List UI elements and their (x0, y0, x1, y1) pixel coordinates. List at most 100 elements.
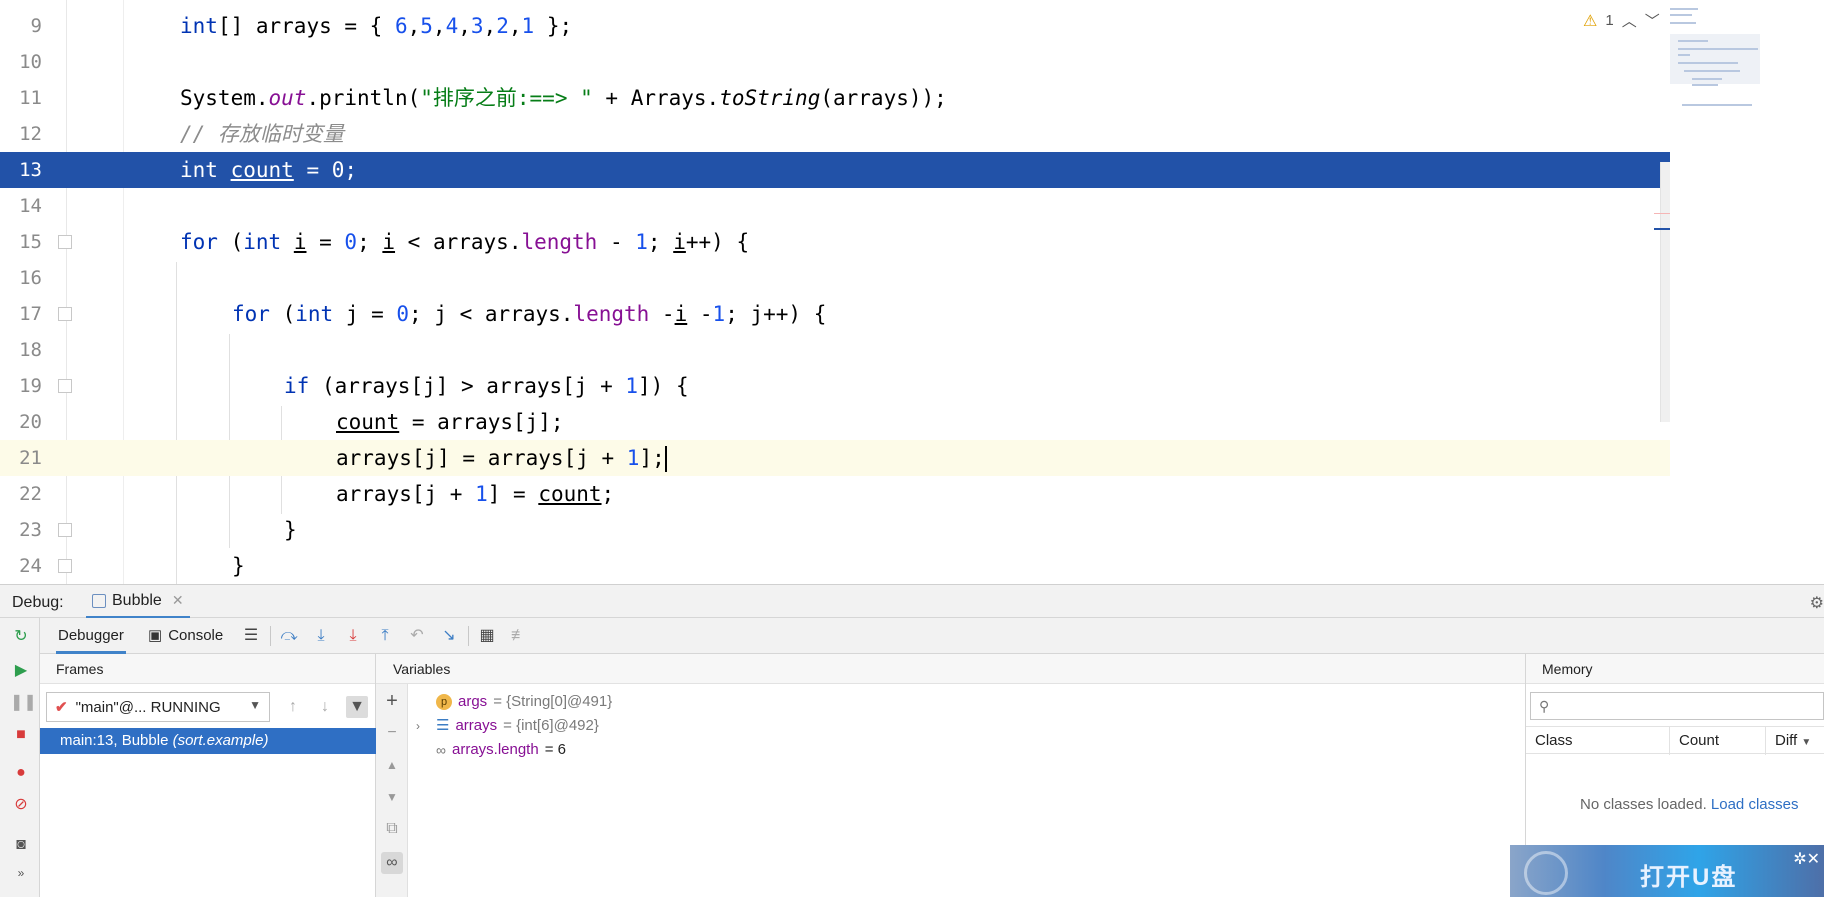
code-line-23[interactable]: 23 } (0, 512, 1670, 548)
code-token: length (573, 302, 650, 326)
code-token: 1 (626, 446, 640, 470)
check-icon: ✔ (55, 699, 68, 716)
arrow-up-icon[interactable]: ↑ (282, 696, 304, 718)
camera-icon[interactable]: ◙ (10, 834, 32, 856)
tab-debugger[interactable]: Debugger (56, 618, 126, 654)
minimap-line (1678, 48, 1758, 50)
add-watch-icon[interactable]: + (381, 690, 403, 712)
remove-watch-icon[interactable]: − (381, 722, 403, 744)
code-line-24[interactable]: 24 } (0, 548, 1670, 584)
code-token: ]; (639, 446, 665, 470)
code-token: ; (647, 230, 674, 254)
tab-console[interactable]: ▣ Console (148, 618, 223, 654)
code-line-20[interactable]: 20 count = arrays[j]; (0, 404, 1670, 440)
code-line-17[interactable]: 17 for (int j = 0; j < arrays.length -i … (0, 296, 1670, 332)
variable-row[interactable]: › ☰ arrays = {int[6]@492} (416, 714, 599, 738)
load-classes-link[interactable]: Load classes (1711, 796, 1799, 813)
view-breakpoints-icon[interactable]: ● (10, 762, 32, 784)
code-token: - (649, 302, 675, 326)
code-line-11[interactable]: 11 System.out.println("排序之前:==> " + Arra… (0, 80, 1670, 116)
resume-icon[interactable]: ▶ (10, 660, 32, 682)
console-icon: ▣ (148, 627, 163, 644)
code-line-12[interactable]: 12 // 存放临时变量 (0, 116, 1670, 152)
memory-search-input[interactable]: ⚲ (1530, 692, 1824, 720)
close-icon[interactable]: ✕ (172, 592, 184, 609)
code-token: count (538, 482, 602, 506)
code-token: = (306, 230, 345, 254)
chevron-up-icon[interactable]: ︿ (1622, 10, 1637, 31)
banner-controls[interactable]: ✲✕ (1793, 849, 1820, 869)
pause-icon[interactable]: ❚❚ (10, 692, 37, 714)
fold-marker-icon[interactable] (58, 523, 72, 537)
minimap[interactable] (1670, 4, 1760, 114)
filter-icon[interactable]: ▼ (346, 696, 368, 718)
column-count[interactable]: Count (1670, 727, 1766, 755)
step-out-icon[interactable]: ⤒ (374, 625, 396, 647)
step-into-icon[interactable]: ⤓ (310, 625, 332, 647)
step-over-icon[interactable]: ⤼ (278, 625, 300, 647)
fold-marker-icon[interactable] (58, 307, 72, 321)
usb-drive-popup[interactable]: 打开U盘 ✲✕ (1510, 845, 1824, 897)
code-line-14[interactable]: 14 (0, 188, 1670, 224)
variable-value: = {String[0]@491} (493, 693, 613, 710)
code-editor[interactable]: 9 int[] arrays = { 6,5,4,3,2,1 }; 10 11 … (0, 0, 1824, 584)
arrow-down-icon[interactable]: ↓ (314, 696, 336, 718)
chevron-down-icon[interactable]: ﹀ (1645, 10, 1660, 31)
evaluate-expression-icon[interactable]: ▦ (476, 625, 498, 647)
column-class[interactable]: Class (1526, 727, 1670, 755)
stop-icon[interactable]: ■ (10, 724, 32, 746)
line-number: 20 (19, 411, 42, 433)
parameter-icon: p (436, 694, 452, 710)
code-line-19[interactable]: 19 if (arrays[j] > arrays[j + 1]) { (0, 368, 1670, 404)
code-line-13-current[interactable]: 13 int count = 0; (0, 152, 1670, 188)
code-line-10[interactable]: 10 (0, 44, 1670, 80)
code-line-21-cursor[interactable]: 21 arrays[j] = arrays[j + 1]; (0, 440, 1670, 476)
banner-text: 打开U盘 (1640, 864, 1738, 891)
thread-selector[interactable]: ✔ "main"@... RUNNING ▼ (46, 692, 270, 722)
expand-arrow-icon[interactable]: › (416, 714, 430, 738)
variable-row[interactable]: p args = {String[0]@491} (436, 690, 612, 714)
more-icon[interactable]: » (10, 862, 32, 884)
column-label: Class (1535, 732, 1573, 749)
code-line-16[interactable]: 16 (0, 260, 1670, 296)
code-line-22[interactable]: 22 arrays[j + 1] = count; (0, 476, 1670, 512)
memory-title: Memory (1526, 654, 1824, 684)
variable-row[interactable]: ∞ arrays.length = 6 (436, 738, 566, 762)
error-stripe-mark[interactable] (1654, 213, 1670, 214)
mute-breakpoints-icon[interactable]: ⊘ (10, 794, 32, 816)
fold-marker-icon[interactable] (58, 559, 72, 573)
variable-value: = 6 (544, 741, 566, 758)
column-label: Diff (1775, 732, 1798, 749)
move-down-icon[interactable]: ▼ (381, 786, 403, 808)
line-number: 17 (19, 303, 42, 325)
code-token: - (687, 302, 713, 326)
code-line-15[interactable]: 15 for (int i = 0; i < arrays.length - 1… (0, 224, 1670, 260)
trace-icon[interactable]: ≢ (508, 625, 530, 647)
drop-frame-icon[interactable]: ↶ (406, 625, 428, 647)
fold-marker-icon[interactable] (58, 379, 72, 393)
run-to-cursor-icon[interactable]: ↘ (438, 625, 460, 647)
inspection-widget[interactable]: ⚠ 1 ︿ ﹀ (1583, 10, 1660, 31)
move-up-icon[interactable]: ▲ (381, 754, 403, 776)
toolbar-separator (468, 626, 469, 646)
gear-icon[interactable]: ⚙ (1810, 593, 1824, 613)
fold-marker-icon[interactable] (58, 235, 72, 249)
code-token: 6 (394, 14, 408, 38)
code-token: (arrays)); (820, 86, 947, 110)
minimap-line (1678, 40, 1708, 42)
caret-stripe-mark[interactable] (1654, 228, 1670, 230)
code-line-9[interactable]: 9 int[] arrays = { 6,5,4,3,2,1 }; (0, 8, 1670, 44)
hamburger-icon[interactable]: ☰ (240, 625, 262, 647)
editor-scrollbar[interactable] (1660, 162, 1670, 422)
glasses-icon[interactable]: ∞ (381, 852, 403, 874)
column-diff[interactable]: Diff ▼ (1766, 727, 1824, 755)
copy-icon[interactable]: ⧉ (381, 818, 403, 840)
code-token: System. (180, 86, 269, 110)
frame-row-selected[interactable]: main:13, Bubble (sort.example) (40, 728, 376, 754)
force-step-into-icon[interactable]: ⤓ (342, 625, 364, 647)
run-config-icon (92, 593, 106, 608)
variables-toolbar: + − ▲ ▼ ⧉ ∞ (376, 684, 408, 897)
debug-session-tab[interactable]: Bubble ✕ (86, 585, 190, 619)
rerun-icon[interactable]: ↻ (10, 626, 32, 648)
code-line-18[interactable]: 18 (0, 332, 1670, 368)
